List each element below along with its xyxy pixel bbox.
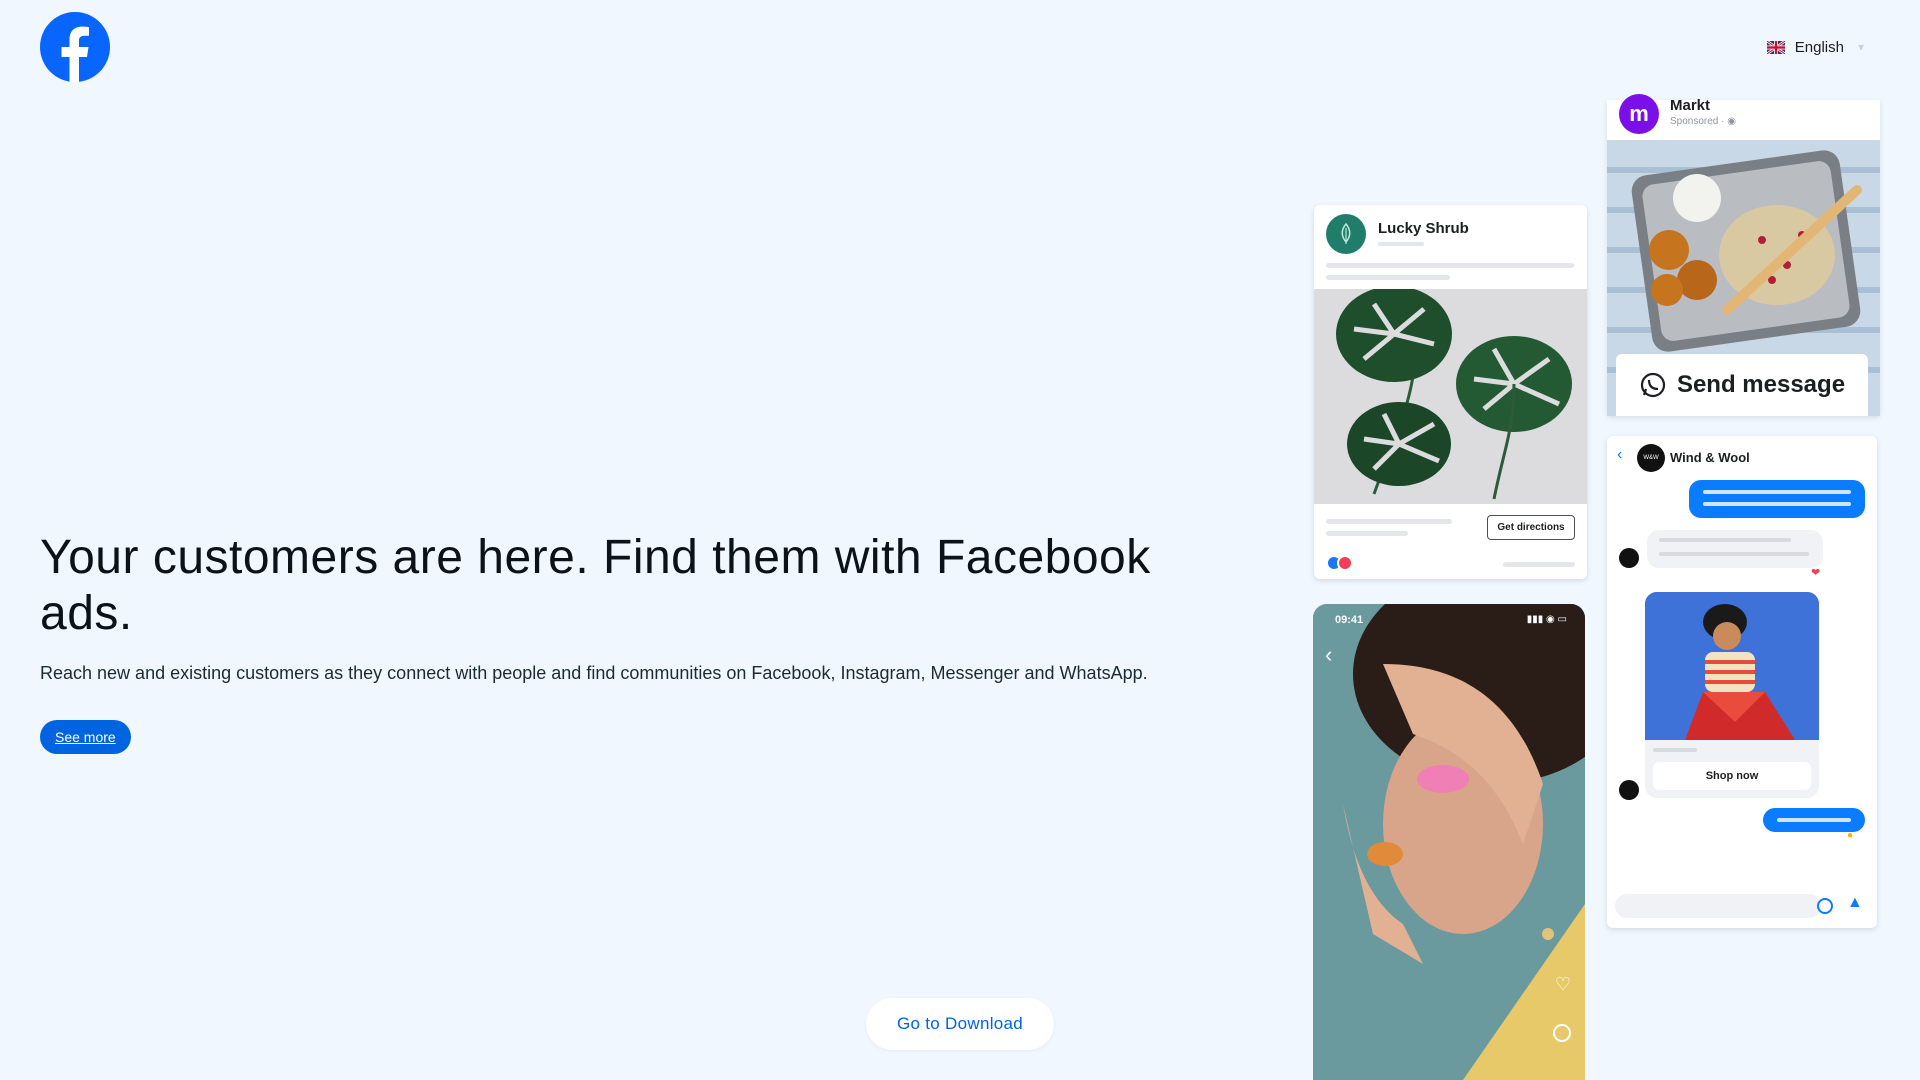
ad-card-wind-wool: ‹ W&W Wind & Wool ❤ Shop now ● ▲ <box>1607 436 1877 928</box>
monstera-plant-image <box>1314 286 1587 504</box>
uk-flag-icon <box>1766 40 1785 54</box>
language-selector[interactable]: English ▾ <box>1752 30 1880 64</box>
facebook-logo[interactable] <box>40 12 110 82</box>
markt-logo: m <box>1619 94 1659 134</box>
wind-wool-name: Wind & Wool <box>1670 450 1750 465</box>
hero-title: Your customers are here. Find them with … <box>40 531 1151 640</box>
markt-name: Markt <box>1670 97 1711 114</box>
fashion-product-image <box>1645 592 1819 740</box>
lucky-shrub-name: Lucky Shrub <box>1378 220 1469 237</box>
chevron-down-icon: ▾ <box>1857 40 1864 54</box>
ad-card-lucky-shrub: Lucky Shrub Get directions <box>1314 205 1587 579</box>
reel-portrait-image <box>1313 604 1585 1080</box>
send-message-button[interactable]: Send message <box>1616 354 1868 416</box>
reactions <box>1326 555 1353 571</box>
product-card: Shop now <box>1645 592 1819 798</box>
status-time: 09:41 <box>1335 614 1364 626</box>
get-directions-button[interactable]: Get directions <box>1487 515 1575 540</box>
send-message-label: Send message <box>1676 371 1846 398</box>
back-arrow-icon[interactable]: ‹ <box>1325 642 1332 668</box>
message-input[interactable] <box>1615 894 1821 918</box>
heart-icon[interactable]: ♡ <box>1555 974 1571 995</box>
sponsored-label: Sponsored · ◉ <box>1670 116 1736 127</box>
see-more-button[interactable]: See more <box>40 720 131 754</box>
hero-section: Your customers are here. Find them with … <box>40 530 1200 754</box>
thumbs-up-icon[interactable]: ▲ <box>1847 894 1863 912</box>
ad-card-markt: m Markt Sponsored · ◉ Send message <box>1607 94 1880 416</box>
whatsapp-icon <box>1640 372 1666 398</box>
hero-subtitle: Reach new and existing customers as they… <box>40 663 1148 683</box>
comment-icon[interactable] <box>1553 1024 1571 1042</box>
go-to-download-button[interactable]: Go to Download <box>866 998 1054 1050</box>
status-icons: ▮▮▮ ◉ ▭ <box>1526 614 1567 625</box>
love-reaction-icon <box>1337 555 1353 571</box>
wind-wool-avatar: W&W <box>1637 444 1665 472</box>
language-label: English <box>1794 38 1844 56</box>
lucky-shrub-avatar <box>1326 214 1366 254</box>
back-arrow-icon[interactable]: ‹ <box>1617 446 1622 464</box>
ad-card-reel: 09:41 ▮▮▮ ◉ ▭ ‹ ♡ <box>1313 604 1585 1080</box>
shop-now-button[interactable]: Shop now <box>1653 762 1811 790</box>
heart-reaction-icon: ❤ <box>1811 567 1821 579</box>
emoji-icon[interactable] <box>1817 898 1833 914</box>
globe-icon: ◉ <box>1727 116 1736 127</box>
emoji-reaction-icon: ● <box>1847 830 1854 841</box>
